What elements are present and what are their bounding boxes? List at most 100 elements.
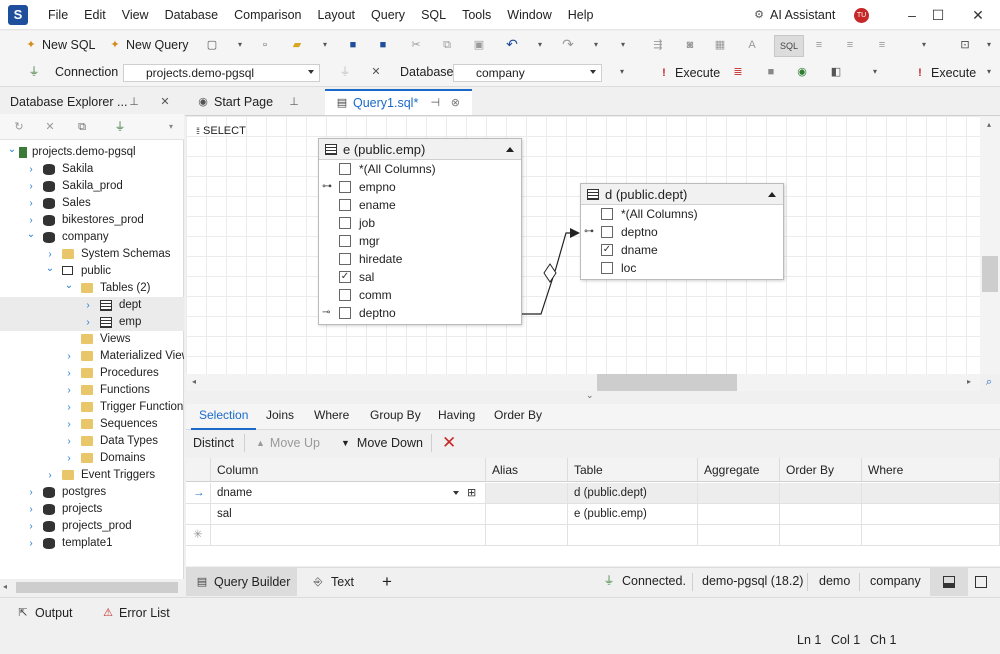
tree-item[interactable]: Views [0, 331, 184, 348]
zoom-icon[interactable]: ⊡ [958, 38, 972, 52]
scroll-thumb[interactable] [16, 582, 178, 593]
chevron-down-icon[interactable]: ▾ [982, 65, 996, 79]
chevron-right-icon[interactable]: › [45, 246, 55, 263]
grid-icon[interactable]: ▦ [713, 38, 727, 52]
menu-item-help[interactable]: Help [560, 0, 602, 30]
field-checkbox[interactable] [339, 217, 351, 229]
field-row[interactable]: ⊸ deptno [319, 304, 521, 322]
grid-cell-order-by[interactable] [780, 525, 862, 546]
distinct-button[interactable]: Distinct [193, 436, 234, 450]
new-file-icon[interactable]: ▫ [258, 38, 272, 52]
chevron-down-icon[interactable]: ▾ [533, 38, 547, 52]
field-checkbox[interactable] [339, 235, 351, 247]
chevron-down-icon[interactable]: ▾ [164, 120, 178, 134]
chevron-right-icon[interactable]: › [64, 365, 74, 382]
close-tab-icon[interactable]: ⊗ [448, 96, 462, 110]
field-row[interactable]: *(All Columns) [581, 205, 783, 223]
grid-cell-aggregate[interactable] [698, 525, 780, 546]
undo-icon[interactable]: ↶ [505, 37, 519, 51]
execute-button[interactable]: ! Execute [657, 62, 720, 84]
tree-item[interactable]: › template1 [0, 535, 184, 552]
column-header[interactable]: Table [568, 458, 698, 482]
maximize-button[interactable]: ☐ [916, 0, 960, 30]
connection-select[interactable]: projects.demo-pgsql [123, 64, 320, 82]
tree-item[interactable]: › Data Types [0, 433, 184, 450]
grid-cell-alias[interactable] [486, 483, 568, 504]
table-card-header[interactable]: d (public.dept) [581, 184, 783, 205]
tree-item[interactable]: › emp [0, 314, 184, 331]
open-folder-icon[interactable]: ▰ [290, 38, 304, 52]
grid-cell-column[interactable]: sal [211, 504, 486, 525]
scroll-left-icon[interactable]: ◂ [3, 582, 7, 591]
field-checkbox[interactable] [601, 262, 613, 274]
pin-icon[interactable]: ⊣ [428, 96, 442, 110]
outdent-icon[interactable]: ≡ [843, 38, 857, 52]
chevron-down-icon[interactable]: ▾ [318, 38, 332, 52]
field-row[interactable]: ename [319, 196, 521, 214]
chevron-right-icon[interactable]: › [26, 195, 36, 212]
field-row[interactable]: mgr [319, 232, 521, 250]
menu-item-window[interactable]: Window [499, 0, 559, 30]
database-select[interactable]: company [453, 64, 602, 82]
tab-query1[interactable]: ▤ Query1.sql* ⊣ ⊗ [325, 89, 472, 115]
menu-item-sql[interactable]: SQL [413, 0, 454, 30]
chevron-down-icon[interactable]: ⌄ [26, 229, 36, 243]
transaction-icon[interactable]: ◧ [829, 65, 843, 79]
scroll-thumb[interactable] [982, 256, 998, 292]
scroll-thumb[interactable] [597, 374, 737, 391]
tree-item[interactable]: › Sakila [0, 161, 184, 178]
column-header[interactable]: Where [862, 458, 1000, 482]
tab-where[interactable]: Where [306, 404, 357, 430]
format-icon[interactable]: ⇶ [651, 38, 665, 52]
menu-item-database[interactable]: Database [157, 0, 227, 30]
indent-icon[interactable]: ≡ [812, 38, 826, 52]
chevron-right-icon[interactable]: › [26, 501, 36, 518]
table-card-header[interactable]: e (public.emp) [319, 139, 521, 160]
chevron-right-icon[interactable]: › [45, 467, 55, 484]
disconnect-icon[interactable]: ✕ [369, 65, 383, 79]
chevron-right-icon[interactable]: › [64, 382, 74, 399]
chevron-right-icon[interactable]: › [26, 212, 36, 229]
new-query-button[interactable]: ✦ New Query [108, 34, 188, 56]
user-avatar[interactable]: TU [854, 8, 869, 23]
redo-icon[interactable]: ↷ [561, 37, 575, 51]
chevron-right-icon[interactable]: › [64, 399, 74, 416]
menu-item-tools[interactable]: Tools [454, 0, 499, 30]
tree-item[interactable]: › Sequences [0, 416, 184, 433]
tree-item[interactable]: ⌄ Tables (2) [0, 280, 184, 297]
close-icon[interactable]: ✕ [158, 95, 172, 109]
tree-item[interactable]: › System Schemas [0, 246, 184, 263]
scroll-right-icon[interactable]: ▸ [967, 377, 971, 386]
canvas-vscroll[interactable]: ▴ [980, 116, 1000, 374]
field-checkbox[interactable]: ✓ [339, 271, 351, 283]
grid-cell-aggregate[interactable] [698, 504, 780, 525]
field-checkbox[interactable] [339, 199, 351, 211]
tree-item[interactable]: › Event Triggers [0, 467, 184, 484]
layout-button-1[interactable] [930, 568, 968, 596]
chevron-right-icon[interactable]: › [64, 433, 74, 450]
field-row[interactable]: comm [319, 286, 521, 304]
tab-order-by[interactable]: Order By [486, 404, 550, 430]
tab-query-builder[interactable]: ▤ Query Builder [186, 568, 297, 596]
tree-item[interactable]: › Domains [0, 450, 184, 467]
tree-item[interactable]: › postgres [0, 484, 184, 501]
delete-icon[interactable]: ✕ [442, 433, 456, 453]
plug-icon[interactable]: ⏚ [338, 65, 352, 79]
align-icon[interactable]: ≡ [875, 38, 889, 52]
field-row[interactable]: ✓ dname [581, 241, 783, 259]
grid-cell-where[interactable] [862, 483, 1000, 504]
camera-icon[interactable]: ◙ [683, 38, 697, 52]
tree-item[interactable]: › Sakila_prod [0, 178, 184, 195]
grid-cell-where[interactable] [862, 504, 1000, 525]
zoom-icon[interactable]: ⌕ [982, 375, 996, 389]
menu-item-comparison[interactable]: Comparison [226, 0, 309, 30]
tab-start-page[interactable]: ◉ Start Page ⊥ [196, 89, 301, 115]
menu-item-layout[interactable]: Layout [309, 0, 363, 30]
field-checkbox[interactable] [339, 307, 351, 319]
stop-icon[interactable]: ■ [764, 65, 778, 79]
chevron-right-icon[interactable]: › [83, 297, 93, 314]
grid-cell-alias[interactable] [486, 525, 568, 546]
column-header[interactable]: Aggregate [698, 458, 780, 482]
tree-item[interactable]: › Trigger Function [0, 399, 184, 416]
save-all-icon[interactable]: ■ [376, 38, 390, 52]
